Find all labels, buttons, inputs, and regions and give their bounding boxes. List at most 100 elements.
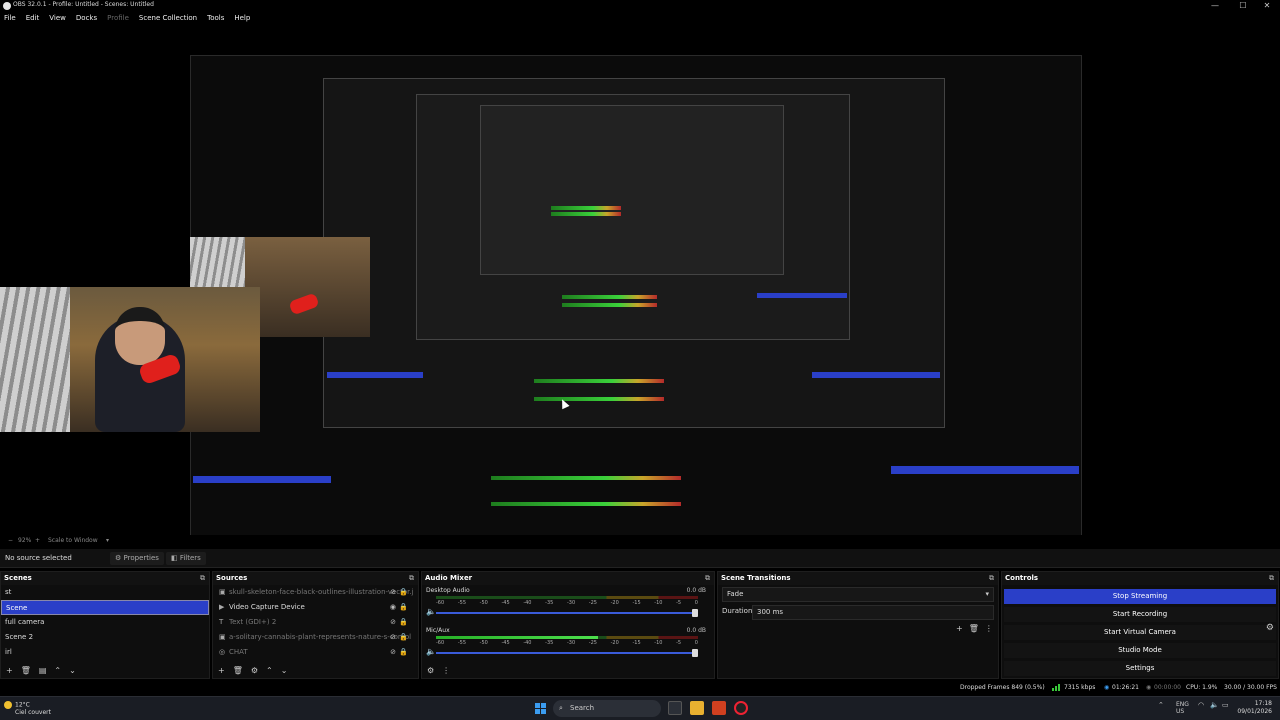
file-explorer-icon[interactable] [690,701,704,715]
filters-button[interactable]: ◧ Filters [166,552,206,565]
nested-stop-button [757,293,847,298]
meter-tick-label: -30 [566,640,576,646]
visibility-on-icon[interactable]: ◉ [390,600,396,615]
volume-slider[interactable] [436,609,698,617]
properties-button[interactable]: ⚙ Properties [110,552,164,565]
undock-icon[interactable]: ⧉ [1269,572,1274,585]
visibility-off-icon[interactable]: ⊘ [390,615,396,630]
preview-canvas[interactable] [0,25,1280,557]
menu-docks[interactable]: Docks [76,12,97,25]
chevron-down-icon[interactable]: ▾ [106,537,109,544]
remove-transition-icon[interactable]: 🗑 [969,624,979,633]
nested-stop-button [891,466,1079,474]
task-view-icon[interactable] [668,701,682,715]
zoom-minus-icon[interactable]: − [8,537,13,544]
lock-icon[interactable]: 🔒 [399,615,408,630]
add-transition-icon[interactable]: + [956,624,963,633]
meter-tick-label: -45 [501,640,510,646]
transition-row: Fade ▾ [722,587,994,603]
move-up-icon[interactable]: ⌃ [54,666,61,675]
source-item[interactable]: T Text (GDI+) 2 ⊘ 🔒 [213,615,418,630]
volume-slider[interactable] [436,649,698,657]
meter-tick-label: -55 [457,600,466,606]
tray-chevron-icon[interactable]: ⌃ [1158,701,1164,709]
lock-icon[interactable]: 🔒 [399,600,408,615]
menu-dots-icon[interactable]: ⋮ [985,624,993,633]
source-properties-icon[interactable]: ⚙ [251,666,258,675]
menu-edit[interactable]: Edit [26,12,40,25]
battery-icon[interactable]: ▭ [1222,701,1229,709]
source-item[interactable]: ▶ Video Capture Device ◉ 🔒 [213,600,418,615]
start-virtual-camera-button[interactable]: Start Virtual Camera [1004,625,1276,640]
zoom-level: 92% [18,537,32,544]
advanced-audio-icon[interactable]: ⚙ [427,666,434,675]
scene-item[interactable]: irl [1,645,209,660]
duration-input[interactable]: 300 ms [752,605,994,620]
zoom-plus-icon[interactable]: + [35,537,40,544]
minimize-button[interactable]: — [1202,0,1228,12]
studio-mode-button[interactable]: Studio Mode [1004,643,1276,658]
scene-item[interactable]: st [1,585,209,600]
windows-start-icon[interactable] [535,703,546,714]
menu-file[interactable]: File [4,12,16,25]
zoom-mode-select[interactable]: Scale to Window [48,537,98,544]
speaker-icon[interactable]: 🔈 [426,647,436,656]
properties-label: Properties [123,554,159,562]
visibility-off-icon[interactable]: ⊘ [390,585,396,600]
system-clock[interactable]: 17:18 09/01/2026 [1237,700,1272,716]
menu-dots-icon[interactable]: ⋮ [442,666,450,675]
taskbar-search[interactable]: ⌕ Search [553,700,661,717]
scene-item[interactable]: full camera [1,615,209,630]
virtual-camera-settings-icon[interactable]: ⚙ [1266,623,1274,633]
add-source-icon[interactable]: + [218,666,225,675]
maximize-button[interactable]: ☐ [1230,0,1256,12]
transition-select[interactable]: Fade ▾ [722,587,994,602]
close-button[interactable]: ✕ [1254,0,1280,12]
wifi-icon[interactable]: ◠ [1198,701,1204,709]
undock-icon[interactable]: ⧉ [705,572,710,585]
start-recording-button[interactable]: Start Recording [1004,607,1276,622]
volume-slider-handle[interactable] [692,609,698,617]
move-down-icon[interactable]: ⌄ [69,666,76,675]
nested-meter [491,502,681,506]
scenes-toolbar: + 🗑 ▤ ⌃ ⌄ [1,662,209,678]
undock-icon[interactable]: ⧉ [409,572,414,585]
lock-icon[interactable]: 🔒 [399,630,408,645]
volume-slider-handle[interactable] [692,649,698,657]
lock-icon[interactable]: 🔒 [399,585,408,600]
source-item[interactable]: ▣ skull-skeleton-face-black-outlines-illu… [213,585,418,600]
menu-tools[interactable]: Tools [207,12,224,25]
menu-scene-collection[interactable]: Scene Collection [139,12,197,25]
move-up-icon[interactable]: ⌃ [266,666,273,675]
undock-icon[interactable]: ⧉ [989,572,994,585]
visibility-off-icon[interactable]: ⊘ [390,645,396,660]
source-item[interactable]: ◎ CHAT ⊘ 🔒 [213,645,418,660]
source-item[interactable]: ▣ a-solitary-cannabis-plant-represents-na… [213,630,418,645]
remove-scene-icon[interactable]: 🗑 [21,666,31,675]
meter-tick-label: -5 [676,600,682,606]
language-indicator[interactable]: ENG US [1176,701,1189,715]
meter-tick-label: -20 [610,640,619,646]
stop-streaming-button[interactable]: Stop Streaming [1004,589,1276,604]
menu-help[interactable]: Help [234,12,250,25]
visibility-off-icon[interactable]: ⊘ [390,630,396,645]
speaker-icon[interactable]: 🔈 [426,607,436,616]
scene-filters-icon[interactable]: ▤ [39,666,47,675]
image-icon: ▣ [219,588,226,596]
scene-item[interactable]: Scene 2 [1,630,209,645]
controls-title: Controls [1005,574,1039,582]
lock-icon[interactable]: 🔒 [399,645,408,660]
move-down-icon[interactable]: ⌄ [281,666,288,675]
settings-button[interactable]: Settings [1004,661,1276,676]
menu-view[interactable]: View [49,12,66,25]
scene-item-active[interactable]: Scene [1,600,209,615]
menu-profile[interactable]: Profile [107,12,129,25]
obs-taskbar-icon[interactable] [734,701,748,715]
weather-widget[interactable]: 12°C Ciel couvert [4,701,51,716]
remove-source-icon[interactable]: 🗑 [233,666,243,675]
add-scene-icon[interactable]: + [6,666,13,675]
meter-tick-label: -55 [457,640,466,646]
undock-icon[interactable]: ⧉ [200,572,205,585]
volume-icon[interactable]: 🔈 [1210,701,1219,709]
app-icon[interactable] [712,701,726,715]
